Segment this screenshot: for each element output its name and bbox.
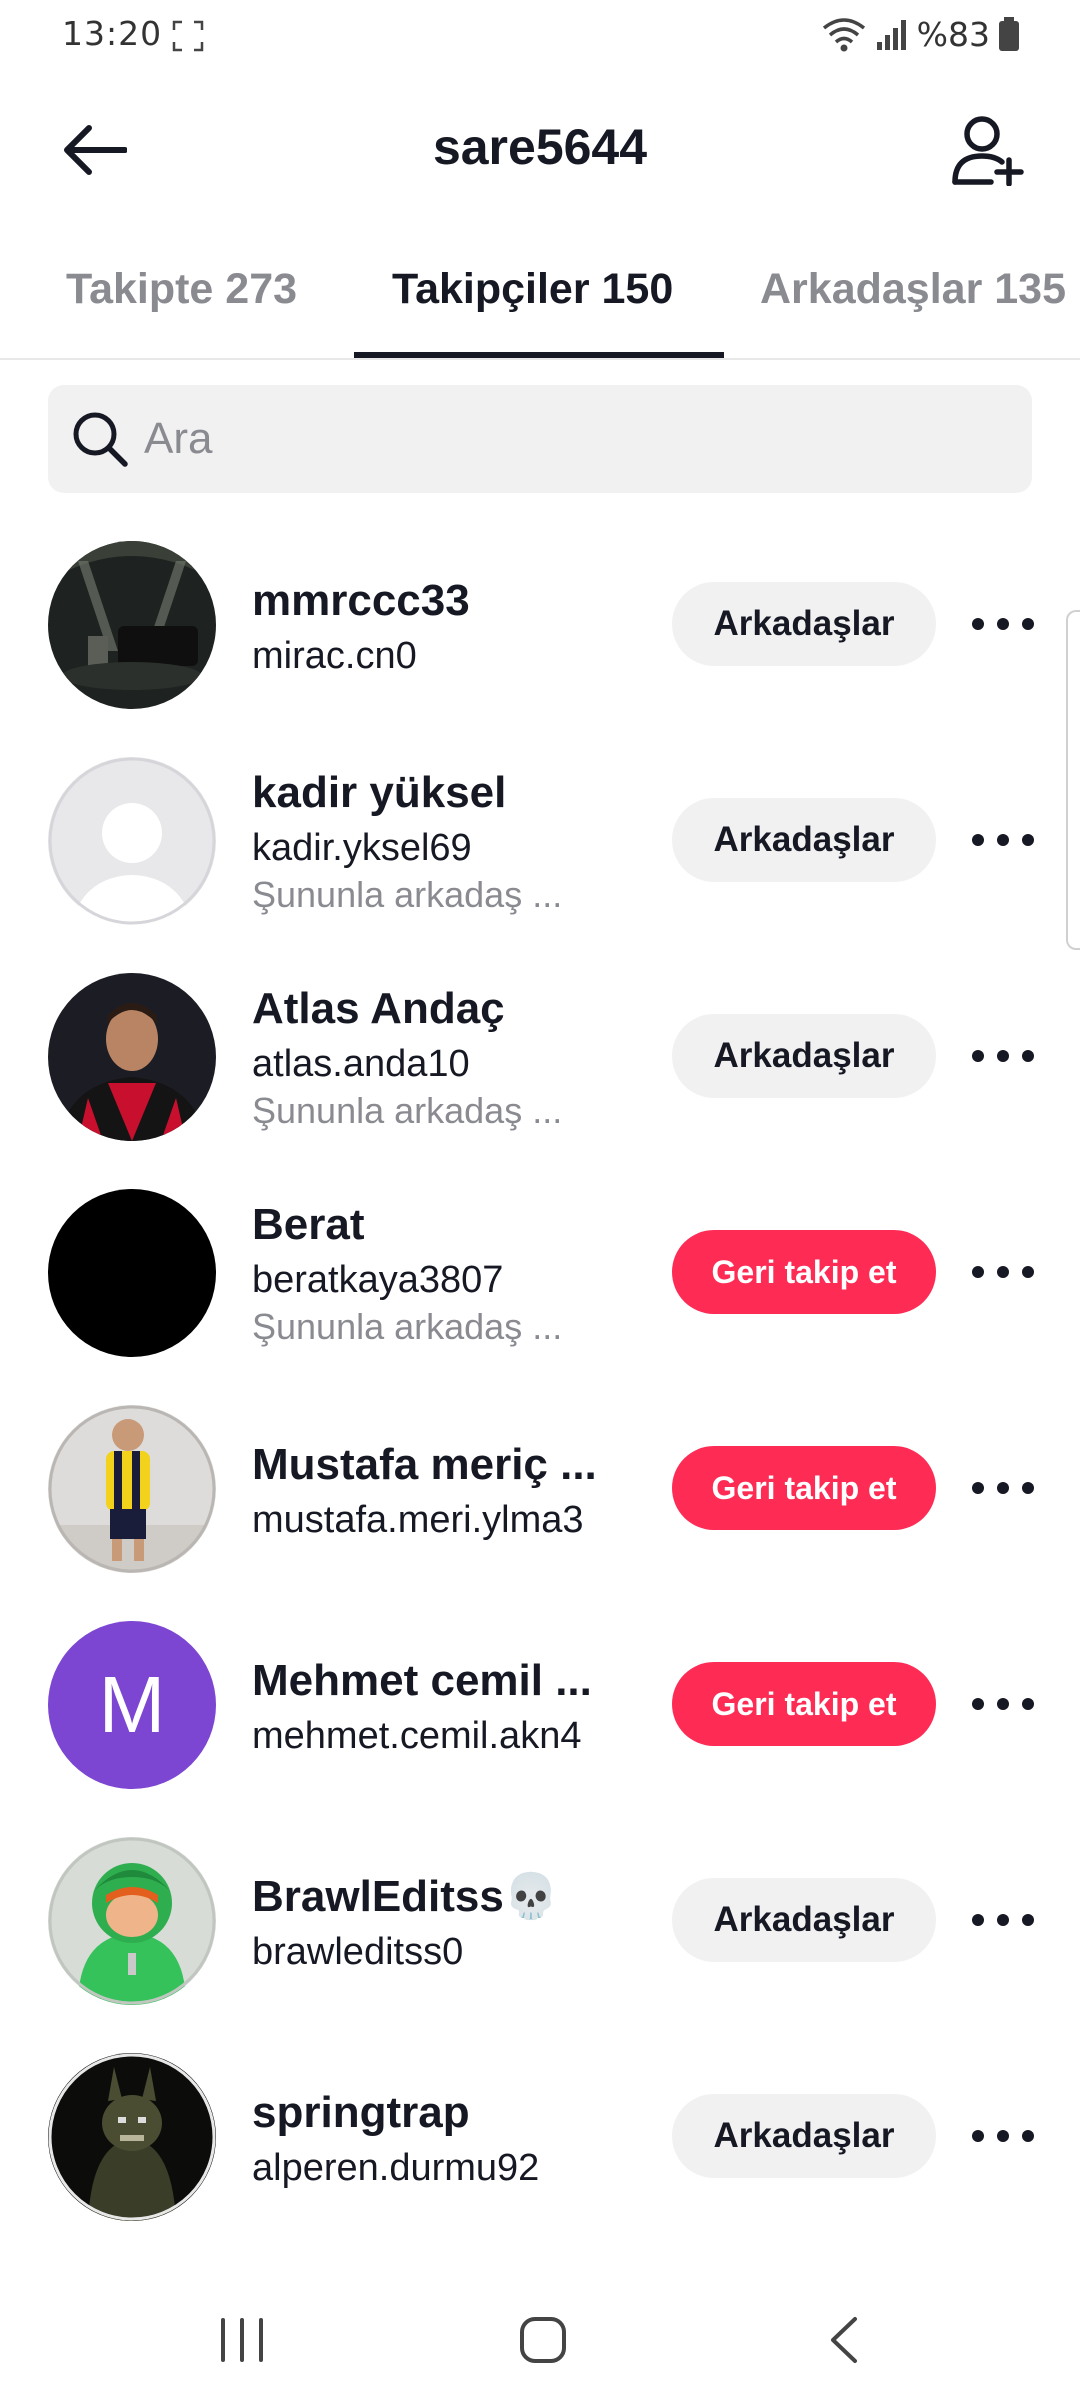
- avatar[interactable]: [48, 1189, 216, 1357]
- tab-followers[interactable]: Takipçiler 150: [392, 265, 673, 314]
- display-name: BrawlEditss💀: [252, 1872, 559, 1921]
- list-item[interactable]: BrawlEditss💀 brawleditss0 Arkadaşlar: [0, 1831, 1080, 2047]
- username: brawleditss0: [252, 1931, 464, 1973]
- username: alperen.durmu92: [252, 2147, 540, 2189]
- username: kadir.yksel69: [252, 827, 472, 869]
- friends-button[interactable]: Arkadaşlar: [672, 1014, 936, 1098]
- list-item[interactable]: kadir yüksel kadir.yksel69 Şununla arkad…: [0, 751, 1080, 967]
- status-bar: 13:20 %83: [0, 0, 1080, 70]
- user-info: Atlas Andaç atlas.anda10 Şununla arkadaş…: [252, 983, 652, 1133]
- avatar[interactable]: [48, 541, 216, 709]
- user-info: kadir yüksel kadir.yksel69 Şununla arkad…: [252, 767, 652, 917]
- display-name: Atlas Andaç: [252, 984, 505, 1033]
- battery-icon: [999, 17, 1019, 51]
- follow-back-button[interactable]: Geri takip et: [672, 1446, 936, 1530]
- screen-capture-icon: [172, 20, 204, 52]
- search-icon: [70, 409, 130, 469]
- friends-button[interactable]: Arkadaşlar: [672, 582, 936, 666]
- list-item[interactable]: Berat beratkaya3807 Şununla arkadaş ... …: [0, 1183, 1080, 1399]
- system-nav-bar: [0, 2270, 1080, 2408]
- recent-apps-icon: [221, 2318, 263, 2362]
- user-info: Mehmet cemil ... mehmet.cemil.akn4: [252, 1655, 652, 1761]
- follow-back-button[interactable]: Geri takip et: [672, 1662, 936, 1746]
- avatar[interactable]: [48, 1405, 216, 1573]
- signal-icon: [876, 20, 906, 50]
- avatar-letter: M: [98, 1660, 166, 1749]
- user-info: Mustafa meriç ... mustafa.meri.ylma3: [252, 1439, 652, 1545]
- system-back-button[interactable]: [805, 2310, 885, 2370]
- active-tab-indicator: [354, 352, 724, 358]
- display-name: kadir yüksel: [252, 768, 507, 817]
- more-options-icon[interactable]: [968, 2113, 1038, 2159]
- mutual-friends-text: Şununla arkadaş ...: [252, 1306, 563, 1347]
- tab-following[interactable]: Takipte 273: [66, 265, 297, 314]
- user-info: BrawlEditss💀 brawleditss0: [252, 1871, 652, 1977]
- status-time: 13:20: [62, 14, 163, 53]
- display-name: mmrccc33: [252, 576, 470, 625]
- status-indicators: %83: [821, 14, 1020, 54]
- user-info: Berat beratkaya3807 Şununla arkadaş ...: [252, 1199, 652, 1349]
- follower-list: mmrccc33 mirac.cn0 Arkadaşlar kadir yüks…: [0, 535, 1080, 2263]
- more-options-icon[interactable]: [968, 1897, 1038, 1943]
- add-friend-button[interactable]: [948, 110, 1028, 190]
- user-info: springtrap alperen.durmu92: [252, 2087, 652, 2193]
- search-input[interactable]: [144, 414, 964, 464]
- list-item[interactable]: mmrccc33 mirac.cn0 Arkadaşlar: [0, 535, 1080, 751]
- more-options-icon[interactable]: [968, 1681, 1038, 1727]
- display-name: Mehmet cemil ...: [252, 1656, 592, 1705]
- tab-bar: Takipte 273 Takipçiler 150 Arkadaşlar 13…: [0, 235, 1080, 360]
- person-plus-icon: [952, 116, 1024, 186]
- more-options-icon[interactable]: [968, 1033, 1038, 1079]
- search-bar[interactable]: [48, 385, 1032, 493]
- list-item[interactable]: M Mehmet cemil ... mehmet.cemil.akn4 Ger…: [0, 1615, 1080, 1831]
- list-item[interactable]: springtrap alperen.durmu92 Arkadaşlar: [0, 2047, 1080, 2263]
- avatar[interactable]: [48, 2053, 216, 2221]
- avatar[interactable]: [48, 973, 216, 1141]
- mutual-friends-text: Şununla arkadaş ...: [252, 874, 563, 915]
- scrollbar[interactable]: [1066, 610, 1080, 950]
- display-name: Berat: [252, 1200, 365, 1249]
- home-button[interactable]: [503, 2310, 583, 2370]
- battery-percentage: %83: [916, 14, 990, 54]
- username: atlas.anda10: [252, 1043, 470, 1085]
- list-item[interactable]: Atlas Andaç atlas.anda10 Şununla arkadaş…: [0, 967, 1080, 1183]
- home-icon: [520, 2317, 566, 2363]
- follow-back-button[interactable]: Geri takip et: [672, 1230, 936, 1314]
- avatar[interactable]: [48, 757, 216, 925]
- header: sare5644: [0, 90, 1080, 210]
- tab-friends[interactable]: Arkadaşlar 135: [760, 265, 1066, 314]
- more-options-icon[interactable]: [968, 1249, 1038, 1295]
- list-item[interactable]: Mustafa meriç ... mustafa.meri.ylma3 Ger…: [0, 1399, 1080, 1615]
- wifi-icon: [822, 18, 865, 52]
- username: mehmet.cemil.akn4: [252, 1715, 582, 1757]
- more-options-icon[interactable]: [968, 601, 1038, 647]
- screen: 13:20 %83 sare5644 Takipte 273 Takipçile…: [0, 0, 1080, 2408]
- display-name: Mustafa meriç ...: [252, 1440, 597, 1489]
- user-info: mmrccc33 mirac.cn0: [252, 575, 652, 681]
- avatar[interactable]: M: [48, 1621, 216, 1789]
- friends-button[interactable]: Arkadaşlar: [672, 1878, 936, 1962]
- username: mirac.cn0: [252, 635, 417, 677]
- chevron-left-icon: [831, 2317, 857, 2363]
- recent-apps-button[interactable]: [202, 2310, 282, 2370]
- more-options-icon[interactable]: [968, 1465, 1038, 1511]
- more-options-icon[interactable]: [968, 817, 1038, 863]
- page-title: sare5644: [432, 119, 648, 175]
- username: beratkaya3807: [252, 1259, 504, 1301]
- friends-button[interactable]: Arkadaşlar: [672, 2094, 936, 2178]
- friends-button[interactable]: Arkadaşlar: [672, 798, 936, 882]
- username: mustafa.meri.ylma3: [252, 1499, 584, 1541]
- mutual-friends-text: Şununla arkadaş ...: [252, 1090, 563, 1131]
- avatar[interactable]: [48, 1837, 216, 2005]
- display-name: springtrap: [252, 2088, 470, 2137]
